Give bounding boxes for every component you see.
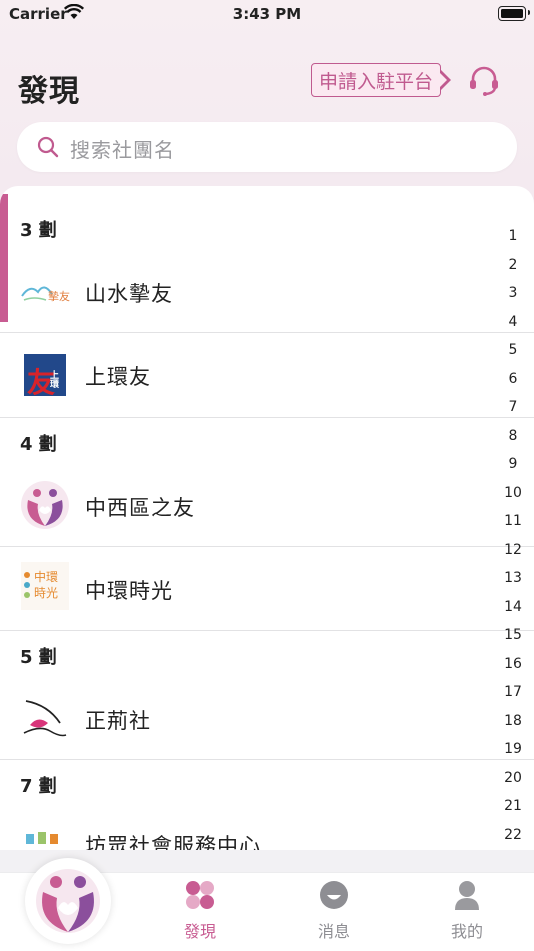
club-list[interactable]: 3 劃 摰友 山水摰友 友 上環 上環友 4 劃 中西區之友 中環 時光 中環時… — [0, 186, 534, 850]
index-item[interactable]: 6 — [498, 371, 528, 400]
list-item-central-time[interactable]: 中環 時光 中環時光 — [0, 547, 534, 631]
svg-text:中環: 中環 — [34, 569, 58, 584]
index-item[interactable]: 1 — [498, 228, 528, 257]
tab-label: 消息 — [317, 922, 350, 941]
index-item[interactable]: 15 — [498, 627, 528, 656]
section-header-3: 3 劃 — [20, 220, 57, 241]
status-bar: Carrier 3:43 PM — [0, 0, 534, 28]
index-item[interactable]: 12 — [498, 542, 528, 571]
list-item-name: 中環時光 — [85, 579, 173, 603]
index-item[interactable]: 19 — [498, 741, 528, 770]
section-header-4: 4 劃 — [20, 434, 57, 455]
list-item-kaifong[interactable]: 坊眾社會服務中心 — [0, 812, 534, 850]
list-item-zhengjing[interactable]: 正荊社 — [0, 681, 534, 759]
battery-icon — [498, 6, 526, 21]
tab-discover[interactable]: 發現 — [155, 880, 245, 942]
index-item[interactable]: 11 — [498, 513, 528, 542]
apply-button-pointer — [438, 69, 451, 91]
index-item[interactable]: 7 — [498, 399, 528, 428]
index-item[interactable]: 3 — [498, 285, 528, 314]
divider — [0, 759, 534, 760]
list-item-shanshui[interactable]: 摰友 山水摰友 — [0, 256, 534, 332]
list-item-name: 正荊社 — [85, 709, 151, 733]
search-icon — [37, 136, 59, 158]
index-item[interactable]: 17 — [498, 684, 528, 713]
list-item-central-western[interactable]: 中西區之友 — [0, 466, 534, 546]
tab-profile[interactable]: 我的 — [422, 880, 512, 942]
svg-text:時光: 時光 — [34, 586, 58, 600]
index-item[interactable]: 14 — [498, 599, 528, 628]
list-item-name: 上環友 — [85, 365, 151, 389]
index-item[interactable]: 22 — [498, 827, 528, 851]
shanghuan-logo: 友 上環 — [24, 354, 66, 399]
search-input[interactable]: 搜索社團名 — [17, 122, 517, 172]
index-item[interactable]: 21 — [498, 798, 528, 827]
shanshui-logo: 摰友 — [21, 286, 70, 303]
tab-label: 我的 — [450, 922, 483, 941]
search-placeholder: 搜索社團名 — [70, 138, 175, 162]
alphabet-index[interactable]: 1 2 3 4 5 6 7 8 9 10 11 12 13 14 15 16 1… — [498, 228, 528, 850]
tab-messages[interactable]: 消息 — [289, 880, 379, 942]
message-icon — [320, 881, 348, 909]
index-item[interactable]: 18 — [498, 713, 528, 742]
index-item[interactable]: 10 — [498, 485, 528, 514]
list-item-name: 坊眾社會服務中心 — [85, 834, 261, 850]
list-item-shanghuan[interactable]: 友 上環 上環友 — [0, 333, 534, 417]
profile-icon — [455, 881, 479, 910]
index-item[interactable]: 16 — [498, 656, 528, 685]
section-header-7: 7 劃 — [20, 776, 57, 797]
home-center-button[interactable] — [25, 858, 111, 944]
section-header-5: 5 劃 — [20, 647, 57, 668]
index-item[interactable]: 9 — [498, 456, 528, 485]
central-time-logo: 中環 時光 — [21, 562, 69, 610]
svg-text:上環: 上環 — [48, 369, 59, 389]
divider — [0, 417, 534, 418]
index-item[interactable]: 2 — [498, 257, 528, 286]
page-title: 發現 — [18, 74, 80, 109]
home-logo-icon — [36, 869, 100, 933]
customer-service-icon[interactable] — [466, 63, 502, 99]
tab-label: 發現 — [183, 922, 216, 941]
index-item[interactable]: 8 — [498, 428, 528, 457]
zhengjing-logo — [23, 700, 67, 737]
central-western-logo — [21, 481, 69, 529]
list-item-name: 山水摰友 — [85, 282, 173, 306]
index-item[interactable]: 5 — [498, 342, 528, 371]
kaifong-logo — [26, 832, 58, 844]
index-item[interactable]: 13 — [498, 570, 528, 599]
apply-platform-button[interactable]: 申請入駐平台 — [311, 63, 441, 97]
index-item[interactable]: 20 — [498, 770, 528, 799]
list-item-name: 中西區之友 — [85, 496, 195, 520]
index-item[interactable]: 4 — [498, 314, 528, 343]
clock: 3:43 PM — [232, 5, 302, 23]
divider — [0, 630, 534, 631]
discover-icon — [186, 881, 214, 909]
svg-text:摰友: 摰友 — [48, 289, 70, 303]
